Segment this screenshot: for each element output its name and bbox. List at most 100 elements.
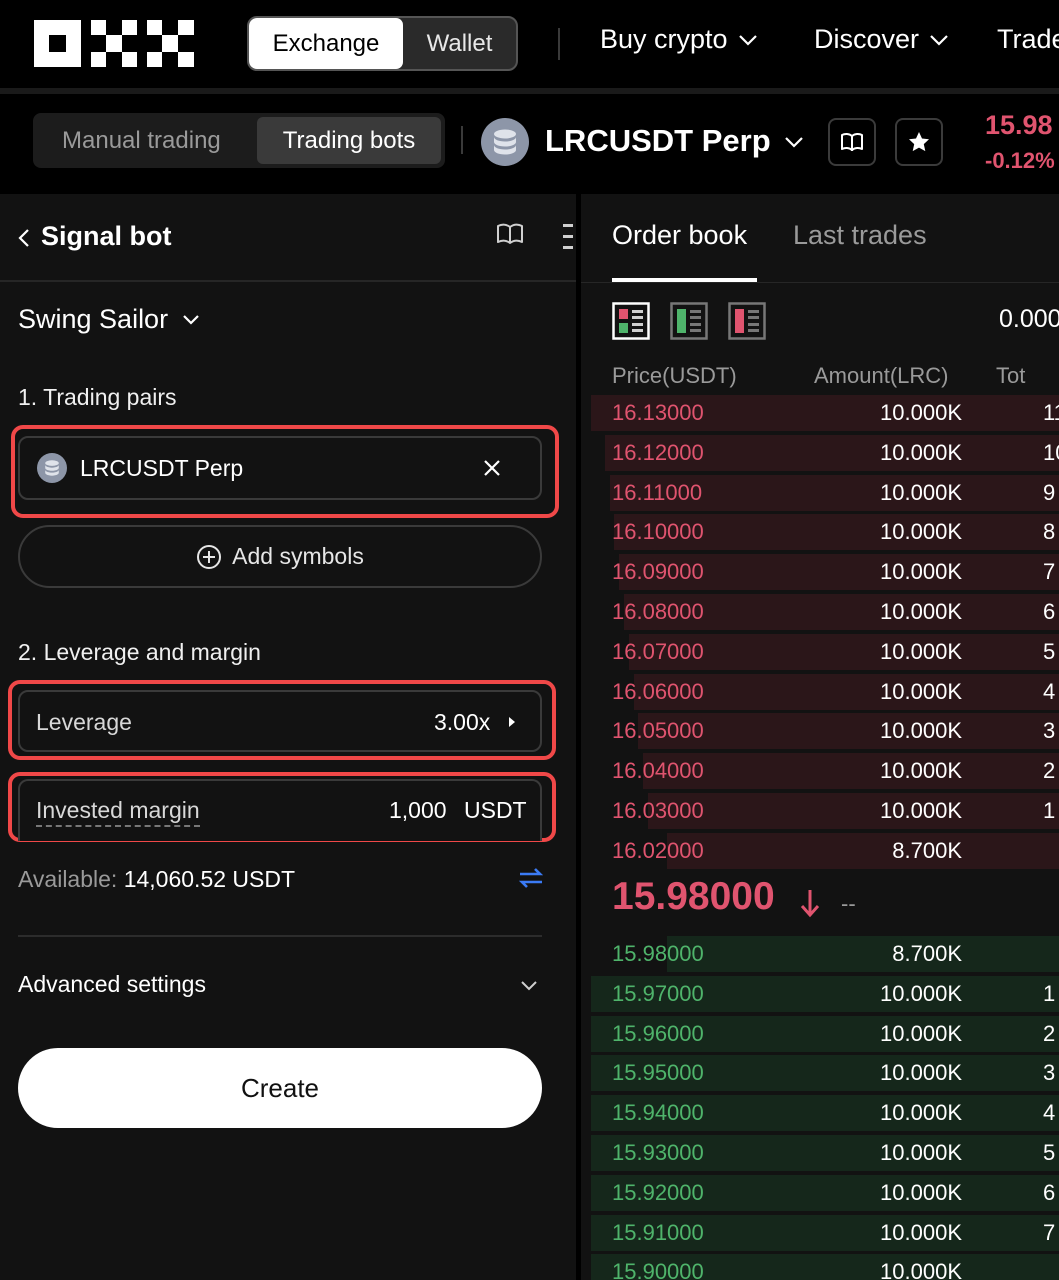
- table-row[interactable]: 16.04000 10.000K 2: [581, 753, 1059, 790]
- manual-trading-tab[interactable]: Manual trading: [62, 127, 221, 155]
- table-row[interactable]: 16.13000 10.000K 11: [581, 395, 1059, 431]
- book-icon[interactable]: [496, 222, 524, 246]
- precision-selector[interactable]: 0.000: [999, 305, 1059, 334]
- table-row[interactable]: 16.03000 10.000K 1: [581, 793, 1059, 829]
- row-amount: 10.000K: [880, 718, 962, 744]
- row-amount: 10.000K: [880, 1259, 962, 1280]
- advanced-settings-toggle[interactable]: Advanced settings: [18, 971, 206, 998]
- view-asks-icon[interactable]: [728, 302, 766, 340]
- lrc-coin-icon: [37, 453, 67, 483]
- row-price: 16.08000: [612, 599, 704, 624]
- available-label: Available:: [18, 866, 118, 892]
- nav-divider: [558, 28, 560, 60]
- top-nav: Exchange Wallet Buy crypto Discover Trad…: [0, 0, 1059, 88]
- row-price: 15.98000: [612, 941, 704, 966]
- row-price: 16.05000: [612, 718, 704, 744]
- pair-selector[interactable]: LRCUSDT Perp: [545, 123, 771, 159]
- table-row[interactable]: 16.07000 10.000K 5: [581, 633, 1059, 670]
- row-amount: 10.000K: [880, 400, 962, 425]
- exchange-wallet-switch: Exchange Wallet: [247, 16, 518, 71]
- table-row[interactable]: 15.98000 8.700K: [581, 936, 1059, 972]
- row-amount: 10.000K: [880, 638, 962, 664]
- invested-margin-unit: USDT: [464, 797, 527, 823]
- favorite-button[interactable]: [895, 118, 943, 166]
- add-symbols-button[interactable]: Add symbols: [18, 525, 542, 588]
- row-price: 16.09000: [612, 559, 704, 585]
- row-amount: 10.000K: [880, 798, 962, 823]
- table-row[interactable]: 15.97000 10.000K 1: [581, 975, 1059, 1012]
- table-row[interactable]: 15.93000 10.000K 5: [581, 1135, 1059, 1171]
- row-amount: 10.000K: [880, 1140, 962, 1165]
- row-price: 15.96000: [612, 1020, 704, 1046]
- row-amount: 10.000K: [880, 599, 962, 624]
- table-row[interactable]: 16.08000 10.000K 6: [581, 594, 1059, 630]
- section-trading-pairs: 1. Trading pairs: [18, 384, 177, 410]
- wallet-tab[interactable]: Wallet: [403, 18, 516, 69]
- table-row[interactable]: 16.11000 10.000K 9: [581, 474, 1059, 511]
- column-price: Price(USDT): [612, 363, 737, 388]
- table-row[interactable]: 15.90000 10.000K: [581, 1254, 1059, 1280]
- row-price: 15.90000: [612, 1259, 704, 1280]
- row-amount: 8.700K: [892, 941, 962, 966]
- row-price: 16.06000: [612, 678, 704, 704]
- chevron-left-icon[interactable]: [18, 228, 30, 248]
- table-row[interactable]: 16.10000 10.000K 8: [581, 514, 1059, 551]
- plus-circle-icon: [197, 544, 222, 569]
- exchange-tab[interactable]: Exchange: [249, 18, 403, 69]
- buy-crypto-menu[interactable]: Buy crypto: [600, 24, 758, 55]
- leverage-value: 3.00x: [434, 709, 491, 735]
- tab-order-book[interactable]: Order book: [612, 220, 747, 251]
- row-price: 15.95000: [612, 1060, 704, 1086]
- okx-logo[interactable]: [34, 20, 194, 67]
- bot-header: Signal bot: [0, 194, 576, 282]
- lrc-coin-icon: [481, 118, 529, 166]
- column-amount: Amount(LRC): [814, 363, 949, 388]
- table-row[interactable]: 16.06000 10.000K 4: [581, 673, 1059, 710]
- buy-crypto-label: Buy crypto: [600, 24, 728, 54]
- create-button[interactable]: Create: [18, 1048, 542, 1128]
- caret-right-icon: [509, 717, 515, 727]
- row-total: 7: [1043, 559, 1056, 585]
- invested-margin-label: Invested margin: [36, 797, 200, 827]
- chevron-down-icon[interactable]: [784, 136, 804, 148]
- close-icon[interactable]: [482, 458, 502, 478]
- table-row[interactable]: 16.02000 8.700K: [581, 832, 1059, 869]
- discover-menu[interactable]: Discover: [814, 24, 949, 55]
- table-row[interactable]: 15.95000 10.000K 3: [581, 1055, 1059, 1092]
- row-amount: 10.000K: [880, 479, 962, 505]
- row-total: 1: [1043, 980, 1056, 1006]
- row-amount: 10.000K: [880, 1020, 962, 1046]
- discover-label: Discover: [814, 24, 920, 54]
- table-row[interactable]: 15.92000 10.000K 6: [581, 1174, 1059, 1211]
- leverage-label: Leverage: [36, 709, 132, 735]
- row-total: 7: [1043, 1219, 1056, 1245]
- trading-mode-bar: Manual trading Trading bots LRCUSDT Perp…: [0, 94, 1059, 188]
- transfer-icon[interactable]: [518, 867, 544, 889]
- table-row[interactable]: 15.96000 10.000K 2: [581, 1015, 1059, 1052]
- tab-last-trades[interactable]: Last trades: [793, 220, 927, 251]
- row-price: 16.02000: [612, 837, 704, 863]
- view-both-icon[interactable]: [612, 302, 650, 340]
- trade-menu[interactable]: Trade: [997, 24, 1059, 55]
- guide-button[interactable]: [828, 118, 876, 166]
- section-leverage-margin: 2. Leverage and margin: [18, 639, 261, 665]
- table-row[interactable]: 15.94000 10.000K 4: [581, 1095, 1059, 1132]
- row-price: 16.11000: [612, 479, 703, 505]
- view-bids-icon[interactable]: [670, 302, 708, 340]
- strategy-name: Swing Sailor: [18, 304, 169, 334]
- ticker-price: 15.98: [985, 110, 1053, 140]
- strategy-selector[interactable]: Swing Sailor: [18, 304, 200, 335]
- trading-bots-tab[interactable]: Trading bots: [257, 117, 441, 164]
- available-value: 14,060.52 USDT: [123, 866, 296, 892]
- bot-title: Signal bot: [41, 221, 172, 251]
- table-row[interactable]: 15.91000 10.000K 7: [581, 1214, 1059, 1251]
- row-price: 15.93000: [612, 1140, 704, 1165]
- table-row[interactable]: 16.09000 10.000K 7: [581, 554, 1059, 591]
- table-row[interactable]: 16.05000 10.000K 3: [581, 713, 1059, 750]
- table-row[interactable]: 16.12000 10.000K 10: [581, 434, 1059, 471]
- row-amount: 10.000K: [880, 1219, 962, 1245]
- row-price: 15.97000: [612, 980, 704, 1006]
- add-symbols-label: Add symbols: [232, 543, 364, 569]
- menu-lines-icon[interactable]: [561, 222, 573, 252]
- chevron-down-icon[interactable]: [520, 980, 538, 991]
